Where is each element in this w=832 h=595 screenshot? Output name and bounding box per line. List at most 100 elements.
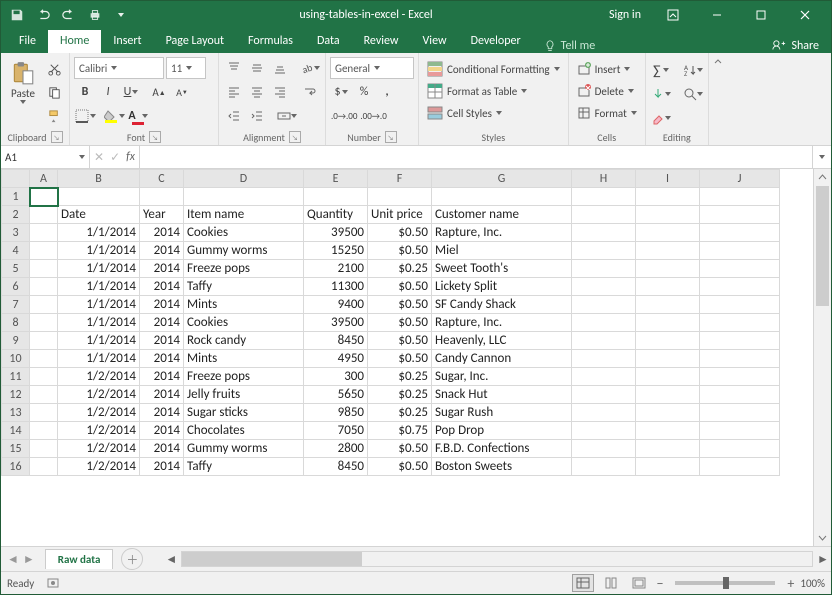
cell-E4[interactable]: 15250 (304, 242, 368, 260)
formula-input[interactable] (140, 146, 812, 168)
format-painter-icon[interactable] (43, 105, 65, 127)
cancel-formula-icon[interactable]: ✕ (94, 150, 104, 165)
ribbon-display-icon[interactable] (651, 1, 695, 29)
cell-I7[interactable] (636, 296, 700, 314)
cell-G12[interactable]: Snack Hut (432, 386, 572, 404)
cell-H4[interactable] (572, 242, 636, 260)
name-box[interactable]: A1 (1, 146, 90, 168)
col-header-E[interactable]: E (304, 170, 368, 188)
zoom-in-icon[interactable]: + (787, 575, 794, 592)
cell-B14[interactable]: 1/2/2014 (58, 422, 140, 440)
cell-G2[interactable]: Customer name (432, 206, 572, 224)
cell-E14[interactable]: 7050 (304, 422, 368, 440)
cell-I13[interactable] (636, 404, 700, 422)
cell-I2[interactable] (636, 206, 700, 224)
cell-B11[interactable]: 1/2/2014 (58, 368, 140, 386)
align-bottom-icon[interactable] (269, 57, 291, 79)
cell-D1[interactable] (184, 188, 304, 206)
cell-I6[interactable] (636, 278, 700, 296)
cell-J4[interactable] (700, 242, 780, 260)
cell-I4[interactable] (636, 242, 700, 260)
cell-H2[interactable] (572, 206, 636, 224)
cell-F13[interactable]: $0.25 (368, 404, 432, 422)
cell-C3[interactable]: 2014 (140, 224, 184, 242)
cell-D2[interactable]: Item name (184, 206, 304, 224)
cell-A10[interactable] (30, 350, 58, 368)
vertical-scrollbar[interactable] (813, 169, 831, 546)
cell-J13[interactable] (700, 404, 780, 422)
cell-G1[interactable] (432, 188, 572, 206)
cell-C6[interactable]: 2014 (140, 278, 184, 296)
row-header-15[interactable]: 15 (2, 440, 30, 458)
cell-H10[interactable] (572, 350, 636, 368)
cell-B4[interactable]: 1/1/2014 (58, 242, 140, 260)
cell-C5[interactable]: 2014 (140, 260, 184, 278)
cell-I5[interactable] (636, 260, 700, 278)
merge-center-icon[interactable] (276, 105, 298, 127)
font-dialog-icon[interactable]: ↘ (149, 131, 161, 143)
cell-B15[interactable]: 1/2/2014 (58, 440, 140, 458)
page-break-view-icon[interactable] (628, 574, 650, 592)
cell-H11[interactable] (572, 368, 636, 386)
cell-F8[interactable]: $0.50 (368, 314, 432, 332)
page-layout-view-icon[interactable] (600, 574, 622, 592)
cell-H13[interactable] (572, 404, 636, 422)
sheet-tab-raw-data[interactable]: Raw data (45, 549, 114, 569)
cell-F11[interactable]: $0.25 (368, 368, 432, 386)
cell-J12[interactable] (700, 386, 780, 404)
increase-indent-icon[interactable] (246, 105, 268, 127)
cell-C9[interactable]: 2014 (140, 332, 184, 350)
cell-D9[interactable]: Rock candy (184, 332, 304, 350)
cell-F9[interactable]: $0.50 (368, 332, 432, 350)
format-cells-button[interactable]: Format (573, 103, 641, 123)
orientation-icon[interactable]: ab (299, 57, 321, 79)
cell-B7[interactable]: 1/1/2014 (58, 296, 140, 314)
tab-review[interactable]: Review (352, 30, 411, 53)
cell-J5[interactable] (700, 260, 780, 278)
cell-B5[interactable]: 1/1/2014 (58, 260, 140, 278)
row-header-13[interactable]: 13 (2, 404, 30, 422)
col-header-G[interactable]: G (432, 170, 572, 188)
align-middle-icon[interactable] (246, 57, 268, 79)
tab-view[interactable]: View (411, 30, 459, 53)
cell-A2[interactable] (30, 206, 58, 224)
align-top-icon[interactable] (223, 57, 245, 79)
cell-A14[interactable] (30, 422, 58, 440)
scroll-down-icon[interactable] (814, 529, 831, 546)
cell-J1[interactable] (700, 188, 780, 206)
cell-C15[interactable]: 2014 (140, 440, 184, 458)
row-header-5[interactable]: 5 (2, 260, 30, 278)
autosum-icon[interactable]: ∑ (650, 59, 672, 81)
cell-B12[interactable]: 1/2/2014 (58, 386, 140, 404)
cell-H7[interactable] (572, 296, 636, 314)
row-header-10[interactable]: 10 (2, 350, 30, 368)
cell-F4[interactable]: $0.50 (368, 242, 432, 260)
cell-B6[interactable]: 1/1/2014 (58, 278, 140, 296)
cell-I8[interactable] (636, 314, 700, 332)
col-header-F[interactable]: F (368, 170, 432, 188)
cell-A16[interactable] (30, 458, 58, 476)
normal-view-icon[interactable] (572, 574, 594, 592)
collapse-ribbon-icon[interactable] (708, 53, 727, 145)
cell-E12[interactable]: 5650 (304, 386, 368, 404)
cell-C7[interactable]: 2014 (140, 296, 184, 314)
cell-A9[interactable] (30, 332, 58, 350)
cell-E16[interactable]: 8450 (304, 458, 368, 476)
cell-J8[interactable] (700, 314, 780, 332)
quick-print-icon[interactable] (83, 4, 107, 26)
underline-icon[interactable]: U (120, 81, 142, 103)
cell-D16[interactable]: Taffy (184, 458, 304, 476)
macro-record-icon[interactable] (46, 576, 60, 590)
delete-cells-button[interactable]: Delete (573, 81, 641, 101)
cell-J2[interactable] (700, 206, 780, 224)
cell-J11[interactable] (700, 368, 780, 386)
cell-F10[interactable]: $0.50 (368, 350, 432, 368)
col-header-C[interactable]: C (140, 170, 184, 188)
cell-G4[interactable]: Miel (432, 242, 572, 260)
wrap-text-icon[interactable] (299, 81, 321, 103)
zoom-slider[interactable] (675, 581, 775, 585)
cell-J3[interactable] (700, 224, 780, 242)
cell-I15[interactable] (636, 440, 700, 458)
cell-E13[interactable]: 9850 (304, 404, 368, 422)
cell-F12[interactable]: $0.25 (368, 386, 432, 404)
